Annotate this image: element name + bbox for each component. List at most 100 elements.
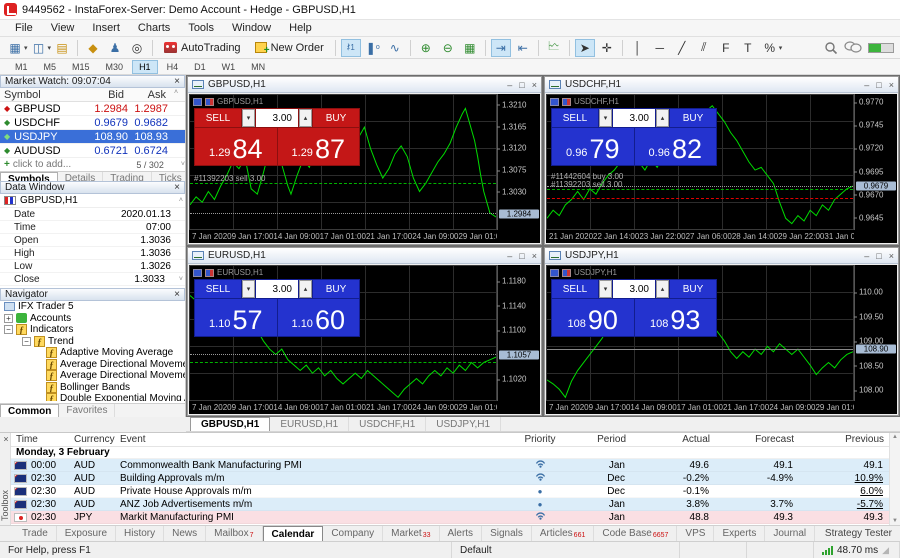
calendar-row[interactable]: 02:30 AUD Building Approvals m/m Dec -0.… xyxy=(11,472,889,485)
menu-insert[interactable]: Insert xyxy=(83,21,129,35)
close-icon[interactable]: × xyxy=(174,183,180,193)
tf-w1[interactable]: W1 xyxy=(215,60,243,74)
auto-scroll-icon[interactable]: ⇥ xyxy=(490,38,511,57)
new-chart-icon[interactable]: ▦ xyxy=(5,39,25,57)
tab-alerts[interactable]: Alerts xyxy=(440,526,483,541)
minimize-icon[interactable]: – xyxy=(864,80,869,90)
position-line[interactable] xyxy=(547,188,853,190)
scroll-down-icon[interactable]: ▼ xyxy=(892,518,898,524)
profiles-dropdown-icon[interactable]: ▾ xyxy=(48,44,52,52)
chart-titlebar[interactable]: EURUSD,H1 – □ × xyxy=(188,248,541,264)
market-watch-add-row[interactable]: + click to add... 5 / 302 ˅ xyxy=(0,158,185,171)
calendar-row[interactable]: 00:00 AUD Commonwealth Bank Manufacturin… xyxy=(11,459,889,472)
tree-accounts[interactable]: + Accounts xyxy=(0,313,185,325)
volume-decrease-button[interactable]: ▾ xyxy=(242,280,255,298)
dom-icon[interactable] xyxy=(550,97,559,106)
chat-icon[interactable] xyxy=(844,41,862,54)
buy-price-button[interactable]: 1.29 87 xyxy=(277,128,359,165)
scroll-up-icon[interactable]: ˄ xyxy=(179,197,185,204)
market-watch-row-usdchf[interactable]: ◆ USDCHF 0.9679 0.9682 xyxy=(0,116,185,130)
tf-mn[interactable]: MN xyxy=(244,60,272,74)
tab-news[interactable]: News xyxy=(164,526,207,541)
volume-increase-button[interactable]: ▴ xyxy=(299,280,312,298)
collapse-icon[interactable]: − xyxy=(4,325,13,335)
dom-icon[interactable] xyxy=(193,97,202,106)
calendar-row[interactable]: 02:30 AUD Private House Approvals m/m ● … xyxy=(11,485,889,498)
symbol-props-icon[interactable] xyxy=(205,268,214,277)
position-line[interactable] xyxy=(190,362,496,364)
minimize-icon[interactable]: – xyxy=(864,251,869,261)
chart-tab-usdjpy[interactable]: USDJPY,H1 xyxy=(426,417,502,431)
close-icon[interactable]: × xyxy=(1,434,11,444)
market-watch-header[interactable]: Market Watch: 09:07:04 × xyxy=(0,75,185,88)
menu-tools[interactable]: Tools xyxy=(179,21,223,35)
sell-price-button[interactable]: 1.29 84 xyxy=(195,128,277,165)
menu-view[interactable]: View xyxy=(42,21,84,35)
tree-trend[interactable]: − ƒ Trend xyxy=(0,335,185,348)
tree-leaf[interactable]: ƒ Average Directional Movement xyxy=(0,370,185,382)
volume-increase-button[interactable]: ▴ xyxy=(299,109,312,127)
chart-titlebar[interactable]: USDCHF,H1 – □ × xyxy=(545,77,898,93)
close-icon[interactable]: × xyxy=(174,290,180,300)
tab-favorites[interactable]: Favorites xyxy=(59,404,116,417)
bar-chart-icon[interactable]: 𝄽 1 xyxy=(340,38,361,57)
tf-m15[interactable]: M15 xyxy=(65,60,97,74)
tf-h4[interactable]: H4 xyxy=(160,60,186,74)
symbol-props-icon[interactable] xyxy=(562,97,571,106)
stop-line[interactable] xyxy=(547,198,853,200)
close-icon[interactable]: × xyxy=(889,251,894,261)
zoom-out-icon[interactable]: ⊖ xyxy=(438,39,458,57)
scroll-down-icon[interactable]: ˅ xyxy=(179,276,185,283)
dom-icon[interactable] xyxy=(550,268,559,277)
tab-experts[interactable]: Experts xyxy=(714,526,766,541)
buy-price-button[interactable]: 0.96 82 xyxy=(634,128,716,165)
data-window-icon[interactable]: ◆ xyxy=(83,39,103,57)
tree-leaf[interactable]: ƒ Double Exponential Moving Av xyxy=(0,393,185,401)
minimize-icon[interactable]: – xyxy=(507,251,512,261)
symbol-props-icon[interactable] xyxy=(205,97,214,106)
tab-exposure[interactable]: Exposure xyxy=(57,526,117,541)
channel-icon[interactable]: ⫽ xyxy=(694,39,714,57)
volume-input[interactable]: 3.00 xyxy=(256,109,298,127)
buy-price-button[interactable]: 1.10 60 xyxy=(277,299,359,336)
collapse-icon[interactable]: − xyxy=(22,336,31,346)
volume-input[interactable]: 3.00 xyxy=(613,280,655,298)
volume-decrease-button[interactable]: ▾ xyxy=(599,280,612,298)
tab-signals[interactable]: Signals xyxy=(482,526,532,541)
tf-m5[interactable]: M5 xyxy=(37,60,64,74)
volume-increase-button[interactable]: ▴ xyxy=(656,280,669,298)
close-icon[interactable]: × xyxy=(532,80,537,90)
sell-price-button[interactable]: 0.96 79 xyxy=(552,128,634,165)
calendar-row[interactable]: 02:30 AUD ANZ Job Advertisements m/m ● J… xyxy=(11,498,889,511)
new-order-button[interactable]: New Order xyxy=(248,40,331,56)
price-chart[interactable]: USDJPY,H1 SELL ▾ 3.00 ▴ BUY 108 90 108 93 xyxy=(546,265,854,401)
maximize-icon[interactable]: □ xyxy=(876,80,881,90)
price-chart[interactable]: EURUSD,H1 SELL ▾ 3.00 ▴ BUY 1.10 57 1.10 6… xyxy=(189,265,497,401)
autotrading-button[interactable]: AutoTrading xyxy=(157,40,248,56)
tab-trade[interactable]: Trade xyxy=(14,526,57,541)
tab-market[interactable]: Market 33 xyxy=(383,526,440,541)
market-watch-row-usdjpy[interactable]: ◆ USDJPY 108.90 108.93 xyxy=(0,130,185,144)
status-latency-cell[interactable]: 48.70 ms ◢ xyxy=(814,542,900,558)
shapes-icon[interactable]: % xyxy=(760,39,780,57)
tf-m30[interactable]: M30 xyxy=(99,60,131,74)
candlestick-chart-icon[interactable]: ❚ o xyxy=(363,39,383,57)
horizontal-line-icon[interactable]: ─ xyxy=(650,39,670,57)
tab-codebase[interactable]: Code Base 6657 xyxy=(594,526,678,541)
tab-mailbox[interactable]: Mailbox 7 xyxy=(206,526,263,541)
menu-window[interactable]: Window xyxy=(223,21,280,35)
new-chart-dropdown-icon[interactable]: ▾ xyxy=(24,44,28,52)
chart-titlebar[interactable]: USDJPY,H1 – □ × xyxy=(545,248,898,264)
dom-icon[interactable] xyxy=(193,268,202,277)
indicators-icon[interactable]: 🗠 xyxy=(544,39,564,57)
zoom-in-icon[interactable]: ⊕ xyxy=(416,39,436,57)
maximize-icon[interactable]: □ xyxy=(519,80,524,90)
buy-price-button[interactable]: 108 93 xyxy=(634,299,716,336)
tree-leaf[interactable]: ƒ Adaptive Moving Average xyxy=(0,347,185,359)
volume-input[interactable]: 3.00 xyxy=(613,109,655,127)
profiles-icon[interactable]: ◫ xyxy=(29,39,49,57)
market-watch-row-gbpusd[interactable]: ◆ GBPUSD 1.2984 1.2987 xyxy=(0,102,185,116)
calendar-row[interactable]: 02:30 JPY Markit Manufacturing PMI Jan 4… xyxy=(11,511,889,524)
tile-windows-icon[interactable]: ▦ xyxy=(460,39,480,57)
volume-decrease-button[interactable]: ▾ xyxy=(242,109,255,127)
